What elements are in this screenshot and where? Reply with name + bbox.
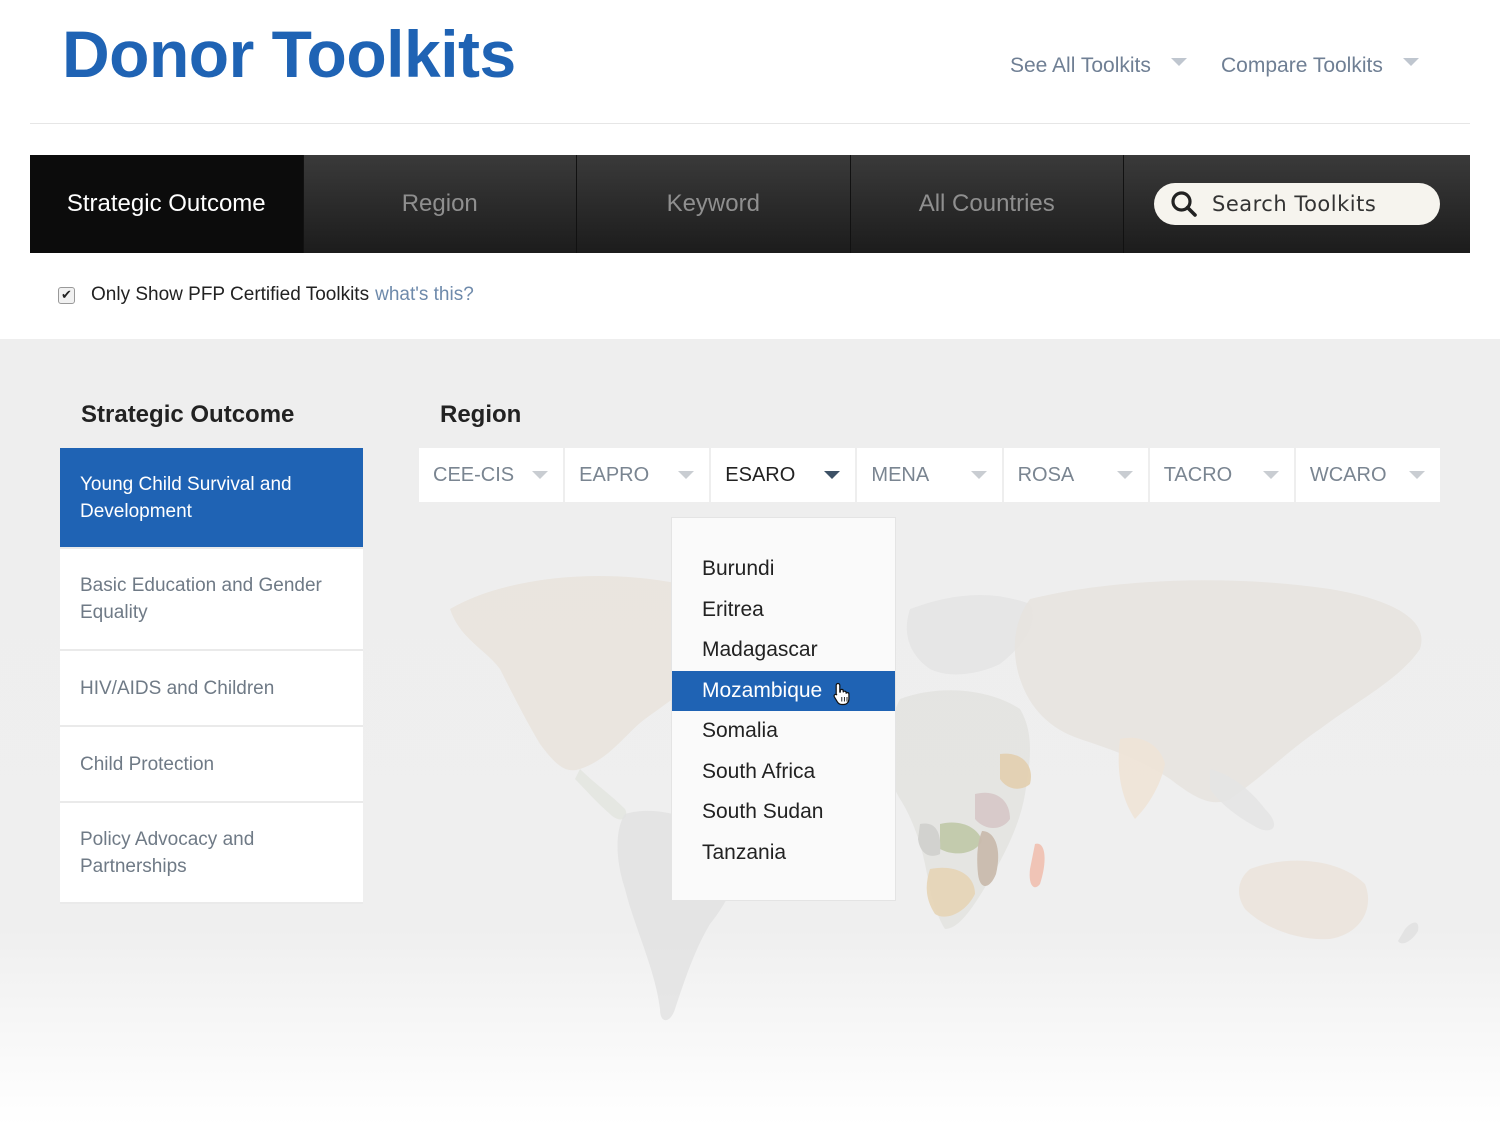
country-option-burundi[interactable]: Burundi xyxy=(672,549,895,590)
whats-this-link[interactable]: what's this? xyxy=(375,284,474,306)
chevron-down-icon xyxy=(1116,471,1133,479)
region-heading: Region xyxy=(440,401,522,428)
search-icon xyxy=(1171,191,1197,217)
tab-all-countries[interactable]: All Countries xyxy=(851,155,1124,253)
chevron-down-icon xyxy=(970,471,987,479)
chevron-down-icon xyxy=(824,471,841,479)
map-madagascar[interactable] xyxy=(1029,843,1045,888)
tab-keyword[interactable]: Keyword xyxy=(577,155,851,253)
map-australia[interactable] xyxy=(1238,860,1369,940)
region-esaro[interactable]: ESARO xyxy=(711,448,858,502)
outcome-item-hiv-aids[interactable]: HIV/AIDS and Children xyxy=(60,651,363,727)
chevron-down-icon xyxy=(1170,58,1187,66)
country-option-mozambique[interactable]: Mozambique xyxy=(672,670,895,711)
chevron-down-icon xyxy=(532,471,549,479)
search-area xyxy=(1124,155,1470,253)
tab-strategic-outcome[interactable]: Strategic Outcome xyxy=(30,155,304,253)
site-header: Donor Toolkits See All Toolkits Compare … xyxy=(30,0,1470,124)
certified-filter-row: ✔ Only Show PFP Certified Toolkits what'… xyxy=(58,284,474,306)
region-label: WCARO xyxy=(1309,463,1387,486)
certified-checkbox[interactable]: ✔ xyxy=(58,286,75,304)
certified-label: Only Show PFP Certified Toolkits xyxy=(91,284,370,305)
hand-cursor-icon xyxy=(833,682,850,706)
chevron-down-icon xyxy=(678,471,695,479)
strategic-outcome-heading: Strategic Outcome xyxy=(81,401,295,428)
search-input[interactable] xyxy=(1212,192,1432,216)
region-label: EAPRO xyxy=(579,463,650,486)
chevron-down-icon xyxy=(1402,58,1419,66)
outcome-item-young-child-survival[interactable]: Young Child Survival and Development xyxy=(60,448,363,549)
world-map xyxy=(450,572,1422,1021)
region-filter-bar: CEE-CIS EAPRO ESARO MENA ROSA TACRO WCAR… xyxy=(419,448,1440,502)
region-wcaro[interactable]: WCARO xyxy=(1296,448,1440,502)
esaro-country-dropdown: Burundi Eritrea Madagascar Mozambique So… xyxy=(671,517,896,901)
region-cee-cis[interactable]: CEE-CIS xyxy=(419,448,566,502)
region-mena[interactable]: MENA xyxy=(857,448,1004,502)
region-eapro[interactable]: EAPRO xyxy=(565,448,712,502)
map-new-zealand[interactable] xyxy=(1398,922,1419,944)
compare-toolkits-label: Compare Toolkits xyxy=(1221,54,1383,77)
region-label: CEE-CIS xyxy=(433,463,515,486)
country-option-south-sudan[interactable]: South Sudan xyxy=(672,792,895,833)
region-label: TACRO xyxy=(1163,463,1233,486)
outcome-item-policy-advocacy[interactable]: Policy Advocacy and Partnerships xyxy=(60,803,363,904)
region-label: ESARO xyxy=(725,463,796,486)
strategic-outcome-list: Young Child Survival and Development Bas… xyxy=(60,448,363,904)
country-option-south-africa[interactable]: South Africa xyxy=(672,752,895,793)
region-label: MENA xyxy=(871,463,930,486)
map-europe[interactable] xyxy=(906,594,1033,675)
region-rosa[interactable]: ROSA xyxy=(1004,448,1150,502)
filter-tab-bar: Strategic Outcome Region Keyword All Cou… xyxy=(30,155,1470,253)
region-tacro[interactable]: TACRO xyxy=(1150,448,1296,502)
tab-region[interactable]: Region xyxy=(304,155,577,253)
page-title[interactable]: Donor Toolkits xyxy=(62,16,516,92)
compare-toolkits-menu[interactable]: Compare Toolkits xyxy=(1221,54,1419,78)
country-option-eritrea[interactable]: Eritrea xyxy=(672,590,895,631)
search-box[interactable] xyxy=(1154,183,1440,225)
chevron-down-icon xyxy=(1408,471,1425,479)
outcome-item-basic-education[interactable]: Basic Education and Gender Equality xyxy=(60,549,363,651)
country-option-madagascar[interactable]: Madagascar xyxy=(672,630,895,671)
see-all-toolkits-label: See All Toolkits xyxy=(1010,54,1151,77)
country-option-somalia[interactable]: Somalia xyxy=(672,711,895,752)
map-central-america[interactable] xyxy=(575,769,627,820)
outcome-item-child-protection[interactable]: Child Protection xyxy=(60,727,363,803)
see-all-toolkits-menu[interactable]: See All Toolkits xyxy=(1010,54,1187,78)
map-asia[interactable] xyxy=(1014,580,1422,803)
country-option-tanzania[interactable]: Tanzania xyxy=(672,833,895,874)
region-label: ROSA xyxy=(1017,463,1075,486)
chevron-down-icon xyxy=(1262,471,1279,479)
